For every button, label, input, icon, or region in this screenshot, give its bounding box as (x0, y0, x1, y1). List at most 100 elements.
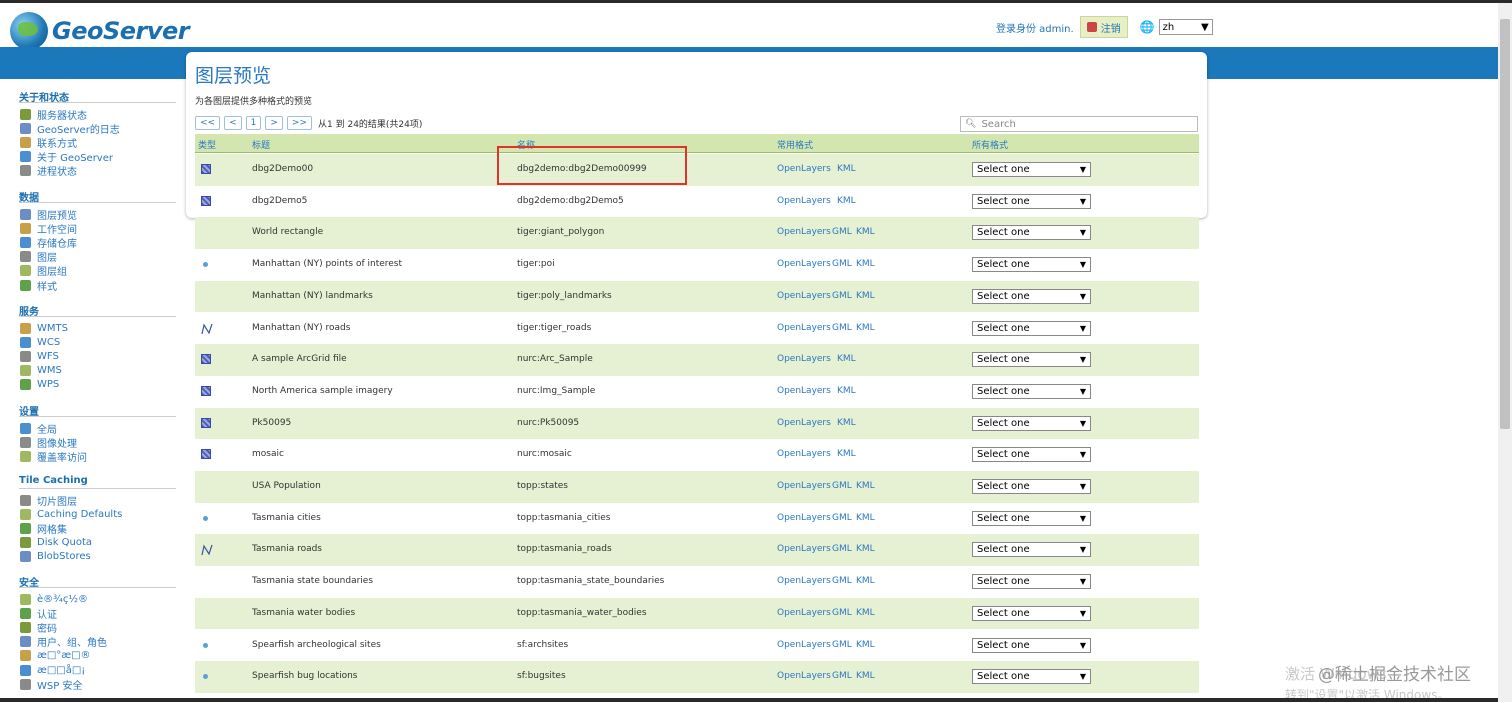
kml-link[interactable]: KML (837, 449, 856, 459)
sidebar-item[interactable]: WCS (20, 335, 60, 349)
sidebar-item[interactable]: Disk Quota (20, 536, 92, 550)
openlayers-link[interactable]: OpenLayers (777, 576, 831, 586)
gml-link[interactable]: GML (832, 576, 852, 586)
col-title[interactable]: 标题 (252, 138, 270, 151)
search-input[interactable]: 🔍︎ Search (960, 116, 1198, 132)
kml-link[interactable]: KML (856, 671, 875, 681)
next-page-button[interactable]: > (265, 116, 283, 130)
sidebar-item[interactable]: 图层预览 (20, 207, 77, 222)
format-select[interactable]: Select one ▼ (972, 225, 1091, 241)
gml-link[interactable]: GML (832, 227, 852, 237)
openlayers-link[interactable]: OpenLayers (777, 291, 831, 301)
kml-link[interactable]: KML (856, 544, 875, 554)
sidebar-item[interactable]: WSP 安全 (20, 677, 82, 692)
openlayers-link[interactable]: OpenLayers (777, 513, 831, 523)
kml-link[interactable]: KML (856, 640, 875, 650)
gml-link[interactable]: GML (832, 608, 852, 618)
gml-link[interactable]: GML (832, 291, 852, 301)
last-page-button[interactable]: >> (286, 116, 313, 130)
gml-link[interactable]: GML (832, 671, 852, 681)
gml-link[interactable]: GML (832, 481, 852, 491)
scrollbar-thumb[interactable] (1500, 19, 1510, 429)
sidebar-item[interactable]: 网格集 (20, 521, 67, 536)
gml-link[interactable]: GML (832, 323, 852, 333)
sidebar-item[interactable]: 图层组 (20, 264, 67, 278)
sidebar-item[interactable]: 进程状态 (20, 164, 77, 178)
sidebar-item[interactable]: WMTS (20, 321, 68, 335)
kml-link[interactable]: KML (856, 227, 875, 237)
kml-link[interactable]: KML (837, 196, 856, 206)
kml-link[interactable]: KML (837, 418, 856, 428)
openlayers-link[interactable]: OpenLayers (777, 227, 831, 237)
format-select[interactable]: Select one ▼ (972, 193, 1091, 209)
kml-link[interactable]: KML (837, 354, 856, 364)
sidebar-item[interactable]: è®¾ç½® (20, 592, 88, 606)
sidebar-item[interactable]: WPS (20, 378, 59, 392)
openlayers-link[interactable]: OpenLayers (777, 544, 831, 554)
openlayers-link[interactable]: OpenLayers (777, 323, 831, 333)
sidebar-item[interactable]: 关于 GeoServer (20, 150, 113, 164)
kml-link[interactable]: KML (837, 164, 856, 174)
sidebar-item[interactable]: 样式 (20, 278, 57, 293)
format-select[interactable]: Select one ▼ (972, 669, 1091, 685)
format-select[interactable]: Select one ▼ (972, 257, 1091, 273)
sidebar-item[interactable]: 覆盖率访问 (20, 449, 87, 464)
sidebar-item[interactable]: WMS (20, 364, 62, 378)
openlayers-link[interactable]: OpenLayers (777, 259, 831, 269)
format-select[interactable]: Select one ▼ (972, 288, 1091, 304)
sidebar-item[interactable]: 图层 (20, 250, 57, 264)
kml-link[interactable]: KML (856, 608, 875, 618)
sidebar-item[interactable]: 图像处理 (20, 435, 77, 450)
gml-link[interactable]: GML (832, 259, 852, 269)
gml-link[interactable]: GML (832, 640, 852, 650)
geoserver-logo[interactable]: GeoServer (10, 11, 190, 51)
openlayers-link[interactable]: OpenLayers (777, 449, 831, 459)
gml-link[interactable]: GML (832, 544, 852, 554)
language-select[interactable]: zh ▼ (1158, 19, 1213, 35)
sidebar-item[interactable]: BlobStores (20, 550, 91, 564)
openlayers-link[interactable]: OpenLayers (777, 418, 831, 428)
sidebar-item[interactable]: 服务器状态 (20, 107, 87, 122)
kml-link[interactable]: KML (856, 291, 875, 301)
sidebar-item[interactable]: WFS (20, 349, 59, 363)
sidebar-item[interactable]: 工作空间 (20, 221, 77, 236)
openlayers-link[interactable]: OpenLayers (777, 481, 831, 491)
format-select[interactable]: Select one ▼ (972, 320, 1091, 336)
format-select[interactable]: Select one ▼ (972, 479, 1091, 494)
format-select[interactable]: Select one ▼ (972, 574, 1091, 590)
sidebar-item[interactable]: æ□□å□¡ (20, 663, 85, 677)
sidebar-item[interactable]: 用户、组、角色 (20, 635, 107, 649)
format-select[interactable]: Select one ▼ (972, 605, 1091, 621)
sidebar-item[interactable]: 全局 (20, 421, 57, 436)
logout-button[interactable]: 注销 (1079, 16, 1128, 38)
openlayers-link[interactable]: OpenLayers (777, 354, 831, 364)
kml-link[interactable]: KML (856, 323, 875, 333)
format-select[interactable]: Select one ▼ (972, 383, 1091, 399)
col-type[interactable]: 类型 (198, 138, 216, 151)
format-select[interactable]: Select one ▼ (972, 542, 1091, 558)
openlayers-link[interactable]: OpenLayers (777, 164, 831, 174)
openlayers-link[interactable]: OpenLayers (777, 608, 831, 618)
gml-link[interactable]: GML (832, 513, 852, 523)
sidebar-item[interactable]: GeoServer的日志 (20, 121, 120, 136)
scrollbar[interactable] (1498, 3, 1512, 702)
kml-link[interactable]: KML (856, 576, 875, 586)
sidebar-item[interactable]: 认证 (20, 606, 57, 621)
kml-link[interactable]: KML (837, 386, 856, 396)
sidebar-item[interactable]: Caching Defaults (20, 507, 122, 521)
format-select[interactable]: Select one ▼ (972, 447, 1091, 463)
openlayers-link[interactable]: OpenLayers (777, 640, 831, 650)
sidebar-item[interactable]: 密码 (20, 620, 57, 635)
format-select[interactable]: Select one ▼ (972, 352, 1091, 368)
format-select[interactable]: Select one ▼ (972, 637, 1091, 653)
sidebar-item[interactable]: 切片图层 (20, 493, 77, 508)
prev-page-button[interactable]: < (224, 116, 242, 130)
format-select[interactable]: Select one ▼ (972, 415, 1091, 431)
page-number-button[interactable]: 1 (245, 116, 262, 130)
kml-link[interactable]: KML (856, 259, 875, 269)
format-select[interactable]: Select one ▼ (972, 162, 1091, 177)
format-select[interactable]: Select one ▼ (972, 510, 1091, 526)
first-page-button[interactable]: << (195, 116, 221, 130)
openlayers-link[interactable]: OpenLayers (777, 196, 831, 206)
kml-link[interactable]: KML (856, 481, 875, 491)
